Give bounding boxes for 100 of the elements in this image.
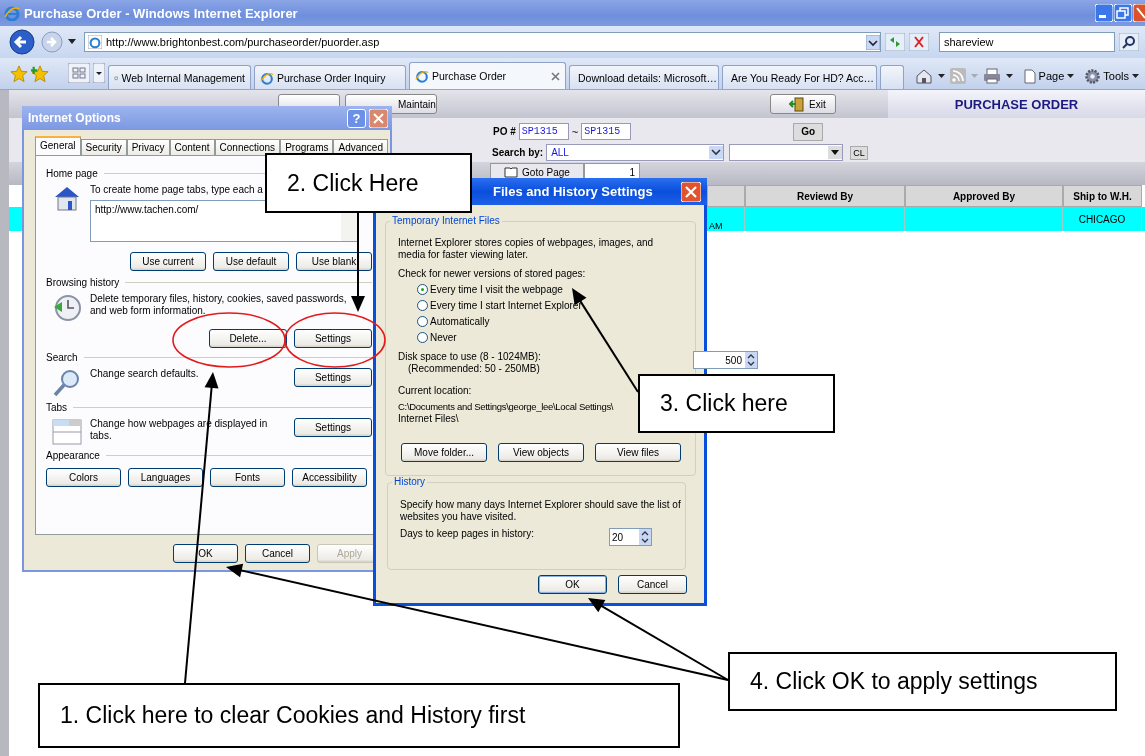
dropdown-icon[interactable] [866,34,880,50]
close-icon[interactable] [1133,4,1145,22]
caret-icon[interactable] [937,73,945,79]
caret-icon [1067,73,1075,79]
close-icon[interactable] [681,181,701,202]
exit-button[interactable]: Exit [770,94,836,114]
ie-logo-icon [4,5,20,21]
dialog-tab[interactable]: Content [169,139,215,155]
gear-icon [1085,68,1101,84]
add-favorite-icon[interactable] [31,65,49,83]
settings-button[interactable]: Settings [294,368,372,387]
close-tab-icon[interactable] [551,71,560,81]
clear-button[interactable]: CL [850,145,868,160]
radio-label[interactable]: Automatically [430,316,490,327]
tab-list-icon[interactable] [93,63,105,83]
browser-tab[interactable]: Purchase Order [409,62,566,89]
caret-icon[interactable] [1005,73,1013,79]
po-to-field[interactable]: SP1315 [581,123,632,140]
radio-button[interactable] [417,316,428,327]
dialog-button[interactable]: Settings [294,329,372,348]
dialog-button[interactable]: Accessibility [292,468,367,487]
section-heading: Search [46,351,78,363]
clock-icon [52,293,82,323]
column-header[interactable]: Ship to W.H. [1063,185,1142,207]
radio-label[interactable]: Every time I visit the webpage [430,284,563,295]
range-separator: ~ [571,125,579,138]
radio-button[interactable] [417,332,428,343]
book-icon [504,166,519,178]
group-description: Specify how many days Internet Explorer should save the list of websites you have visited. [400,499,682,523]
search-by-select[interactable]: ALL [546,144,725,161]
dialog-tab[interactable]: Privacy [126,139,170,155]
dialog-button[interactable]: Use default [213,252,289,271]
location-label: Current location: [398,385,472,397]
dialog-button[interactable]: Cancel [245,544,310,563]
section-heading: Browsing history [46,276,120,288]
tabs-window-icon [52,418,82,446]
search-field[interactable]: shareview [939,32,1115,52]
dialog-button[interactable]: Use current [130,252,206,271]
search-value-combo[interactable] [729,144,844,161]
page-menu[interactable]: Page [1023,68,1075,84]
address-field[interactable]: http://www.brightonbest.com/purchaseorder/puorder.asp [84,32,881,52]
refresh-icon[interactable] [885,33,905,51]
browser-tab[interactable]: Download details: Microsoft… [569,65,719,89]
days-field[interactable]: 20 [608,528,652,546]
dialog-button[interactable]: Fonts [210,468,285,487]
section-heading: Tabs [46,401,68,413]
browser-tab[interactable]: Web Internal Management [108,65,251,89]
magnifier-icon [52,368,82,398]
disk-space-field[interactable]: 500 [693,351,758,369]
browser-tab[interactable]: Purchase Order Inquiry [254,65,406,89]
location-path: Internet Files\ [398,413,459,425]
dropdown-icon [828,146,843,159]
dialog-button[interactable]: Move folder... [401,443,487,462]
favorites-star-icon[interactable] [10,65,28,83]
ie-page-icon [260,70,274,85]
spinner-arrows-icon [638,529,651,545]
po-from-field[interactable]: SP1315 [518,123,569,140]
disk-space-label: Disk space to use (8 - 1024MB): [398,351,541,363]
back-icon[interactable] [8,28,36,56]
dialog-button[interactable]: View objects [498,443,584,462]
dialog-tab[interactable]: General [35,136,81,155]
location-path: C:\Documents and Settings\george_lee\Local Settings\ [398,401,614,413]
go-button[interactable]: Go [793,122,824,141]
check-label: Check for newer versions of stored pages: [398,268,586,280]
page-icon [1023,68,1036,84]
dropdown-icon [709,146,724,159]
dialog-title: Files and History Settings [493,184,654,199]
dialog-tab[interactable]: Connections [214,139,281,155]
group-heading: History [392,476,428,487]
radio-label[interactable]: Every time I start Internet Explorer [430,300,582,311]
dialog-tab[interactable]: Security [80,139,127,155]
column-header[interactable]: Reviewd By [745,185,905,207]
minimize-icon[interactable] [1095,4,1113,22]
tools-menu[interactable]: Tools [1085,68,1139,84]
radio-button[interactable] [417,284,428,295]
dialog-button[interactable]: Delete... [209,329,287,348]
maximize-icon[interactable] [1114,4,1132,22]
browser-tab[interactable]: Are You Ready For HD? Acc… [722,65,877,89]
ie-page-icon [88,35,102,49]
dialog-button[interactable]: Colors [46,468,121,487]
po-label: PO # [493,126,516,137]
group-heading: Temporary Internet Files [390,215,502,226]
dialog-button[interactable]: Cancel [618,575,687,594]
recommended-label: (Recommended: 50 - 250MB) [407,363,541,375]
dialog-button[interactable]: Use blank [296,252,372,271]
radio-button[interactable] [417,300,428,311]
dialog-button[interactable]: View files [595,443,681,462]
new-tab[interactable] [880,65,904,89]
column-header[interactable]: Approved By [905,185,1063,207]
dialog-button[interactable]: OK [173,544,238,563]
stop-icon[interactable] [909,33,929,51]
settings-button[interactable]: Settings [294,418,372,437]
radio-label[interactable]: Never [430,332,457,343]
dialog-button[interactable]: OK [538,575,607,594]
dropdown-icon[interactable] [68,39,76,45]
search-icon[interactable] [1119,33,1139,51]
close-icon[interactable] [369,108,388,128]
dialog-button[interactable]: Languages [128,468,203,487]
printer-icon[interactable] [982,68,1001,84]
home-icon[interactable] [914,68,933,84]
